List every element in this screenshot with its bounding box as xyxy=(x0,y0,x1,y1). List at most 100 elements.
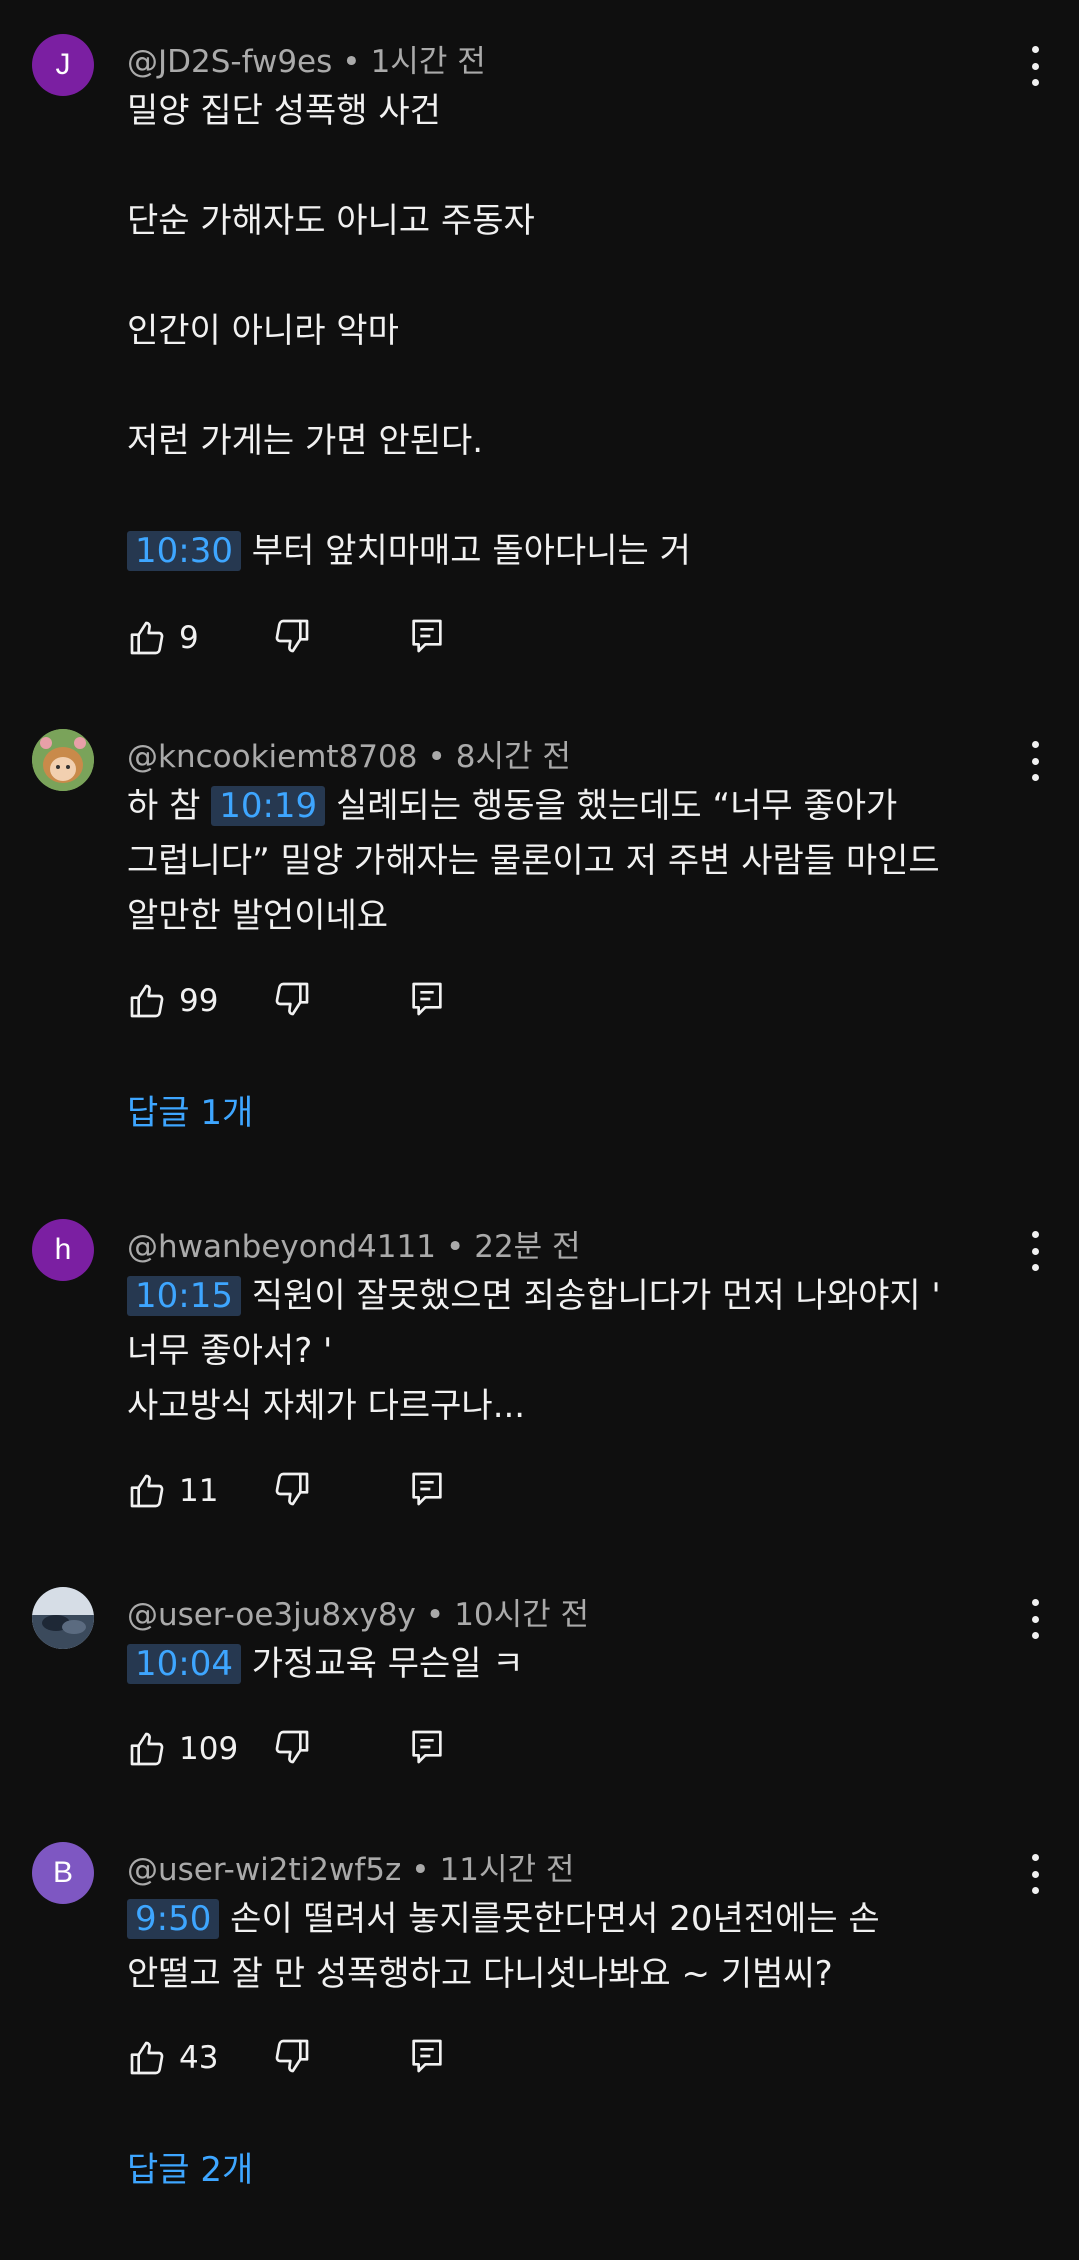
avatar[interactable] xyxy=(32,729,94,791)
like-count: 43 xyxy=(179,2040,219,2076)
comment-line: 그럽니다” 밀양 가해자는 물론이고 저 주변 사람들 마인드 xyxy=(127,841,940,881)
comment-line-text: 손이 떨려서 놓지를못한다면서 20년전에는 손 xyxy=(230,1899,880,1939)
comment-line: 하 참 10:19 실례되는 행동을 했는데도 “너무 좋아가 xyxy=(127,779,987,834)
comment-line-text: 부터 앞치마매고 돌아다니는 거 xyxy=(251,531,691,571)
comment-line-text: 직원이 잘못했으면 죄송합니다가 먼저 나와야지 ' xyxy=(251,1276,941,1316)
reply-icon xyxy=(412,2039,442,2073)
like-button[interactable]: 99 xyxy=(127,979,218,1023)
timestamp-link[interactable]: 10:30 xyxy=(127,531,241,571)
like-icon xyxy=(130,1732,164,1766)
comment-line: 저런 가게는 가면 안된다. xyxy=(127,421,484,461)
comment-line: 인간이 아니라 악마 xyxy=(127,311,399,351)
timestamp-link[interactable]: 9:50 xyxy=(127,1899,220,1939)
meta-separator: • xyxy=(411,1852,430,1888)
more-options-icon[interactable] xyxy=(1025,1854,1045,1894)
more-options-icon[interactable] xyxy=(1025,1231,1045,1271)
comment-time: 22분 전 xyxy=(474,1229,581,1265)
reply-button[interactable] xyxy=(407,616,447,656)
like-count: 9 xyxy=(179,620,199,656)
view-replies-button[interactable]: 답글 1개 xyxy=(127,1091,253,1135)
meta-separator: • xyxy=(445,1229,465,1265)
comment-line: 사고방식 자체가 다르구나... xyxy=(127,1386,526,1426)
author-name[interactable]: @kncookiemt8708 xyxy=(127,739,417,775)
comment-meta: @kncookiemt8708 • 8시간 전 xyxy=(127,739,571,775)
comment-time: 8시간 전 xyxy=(455,739,571,775)
reply-icon xyxy=(412,619,442,653)
comment-time: 1시간 전 xyxy=(370,44,486,80)
comment-line: 9:50 손이 떨려서 놓지를못한다면서 20년전에는 손 xyxy=(127,1892,987,1947)
meta-separator: • xyxy=(342,44,361,80)
reply-icon xyxy=(412,1730,442,1764)
avatar-letter: J xyxy=(55,48,71,81)
dislike-icon xyxy=(275,2039,309,2073)
timestamp-link[interactable]: 10:19 xyxy=(211,786,326,826)
comment-meta: @hwanbeyond4111 • 22분 전 xyxy=(127,1229,581,1265)
avatar-letter: B xyxy=(52,1856,73,1889)
like-count: 11 xyxy=(179,1473,219,1509)
dislike-icon xyxy=(275,1730,309,1764)
comment-blank-line xyxy=(127,469,987,524)
dislike-button[interactable] xyxy=(272,616,312,656)
comment-line: 너무 좋아서? ' xyxy=(127,1331,333,1371)
comment-line: 안떨고 잘 만 성폭행하고 다니셧나봐요 ~ 기범씨? xyxy=(127,1954,833,1994)
like-icon xyxy=(130,2041,164,2075)
comment-meta: @JD2S-fw9es • 1시간 전 xyxy=(127,44,486,80)
comment-time: 10시간 전 xyxy=(454,1597,590,1633)
like-button[interactable]: 9 xyxy=(127,616,199,660)
like-button[interactable]: 109 xyxy=(127,1727,238,1771)
like-count: 99 xyxy=(179,983,219,1019)
photo-avatar-icon xyxy=(32,1587,94,1649)
avatar[interactable] xyxy=(32,1587,94,1649)
view-replies-button[interactable]: 답글 2개 xyxy=(127,2148,253,2192)
reply-button[interactable] xyxy=(407,979,447,1019)
dislike-button[interactable] xyxy=(272,2036,312,2076)
comment-text: 하 참 10:19 실례되는 행동을 했는데도 “너무 좋아가 그럽니다” 밀양… xyxy=(127,779,987,944)
author-name[interactable]: @user-oe3ju8xy8y xyxy=(127,1597,416,1633)
comment-blank-line xyxy=(127,359,987,414)
cartoon-character-avatar-icon xyxy=(32,729,94,791)
comment-line: 10:15 직원이 잘못했으면 죄송합니다가 먼저 나와야지 ' xyxy=(127,1269,987,1324)
comment-blank-line xyxy=(127,139,987,194)
like-count: 109 xyxy=(179,1731,239,1767)
comment-text: 9:50 손이 떨려서 놓지를못한다면서 20년전에는 손 안떨고 잘 만 성폭… xyxy=(127,1892,987,2002)
comment-time: 11시간 전 xyxy=(439,1852,575,1888)
comment-line: 단순 가해자도 아니고 주동자 xyxy=(127,201,535,241)
dislike-icon xyxy=(275,619,309,653)
dislike-button[interactable] xyxy=(272,979,312,1019)
like-button[interactable]: 11 xyxy=(127,1469,218,1513)
comment-line-text: 가정교육 무슨일 ㅋ xyxy=(251,1644,524,1684)
like-icon xyxy=(130,621,164,655)
author-name[interactable]: @user-wi2ti2wf5z xyxy=(127,1852,401,1888)
dislike-button[interactable] xyxy=(272,1727,312,1767)
meta-separator: • xyxy=(427,739,446,775)
dislike-icon xyxy=(275,982,309,1016)
like-icon xyxy=(130,984,164,1018)
avatar[interactable]: J xyxy=(32,34,94,96)
author-name[interactable]: @JD2S-fw9es xyxy=(127,44,332,80)
more-options-icon[interactable] xyxy=(1025,46,1045,86)
timestamp-link[interactable]: 10:04 xyxy=(127,1644,241,1684)
comment-line: 10:30 부터 앞치마매고 돌아다니는 거 xyxy=(127,524,987,579)
timestamp-link[interactable]: 10:15 xyxy=(127,1276,241,1316)
avatar-letter: h xyxy=(54,1233,72,1266)
comment-line: 밀양 집단 성폭행 사건 xyxy=(127,91,441,131)
like-icon xyxy=(130,1474,164,1508)
comment-line-text: 하 참 xyxy=(127,786,201,826)
dislike-button[interactable] xyxy=(272,1469,312,1509)
more-options-icon[interactable] xyxy=(1025,1599,1045,1639)
reply-icon xyxy=(412,982,442,1016)
avatar[interactable]: B xyxy=(32,1842,94,1904)
comment-text: 10:04 가정교육 무슨일 ㅋ xyxy=(127,1637,987,1692)
author-name[interactable]: @hwanbeyond4111 xyxy=(127,1229,436,1265)
more-options-icon[interactable] xyxy=(1025,741,1045,781)
comment-text: 밀양 집단 성폭행 사건 단순 가해자도 아니고 주동자 인간이 아니라 악마 … xyxy=(127,84,987,579)
dislike-icon xyxy=(275,1472,309,1506)
like-button[interactable]: 43 xyxy=(127,2036,218,2080)
comment-text: 10:15 직원이 잘못했으면 죄송합니다가 먼저 나와야지 ' 너무 좋아서?… xyxy=(127,1269,987,1434)
comment-line-text: 실례되는 행동을 했는데도 “너무 좋아가 xyxy=(335,786,898,826)
avatar[interactable]: h xyxy=(32,1219,94,1281)
reply-button[interactable] xyxy=(407,2036,447,2076)
reply-button[interactable] xyxy=(407,1469,447,1509)
comment-meta: @user-wi2ti2wf5z • 11시간 전 xyxy=(127,1852,574,1888)
reply-button[interactable] xyxy=(407,1727,447,1767)
